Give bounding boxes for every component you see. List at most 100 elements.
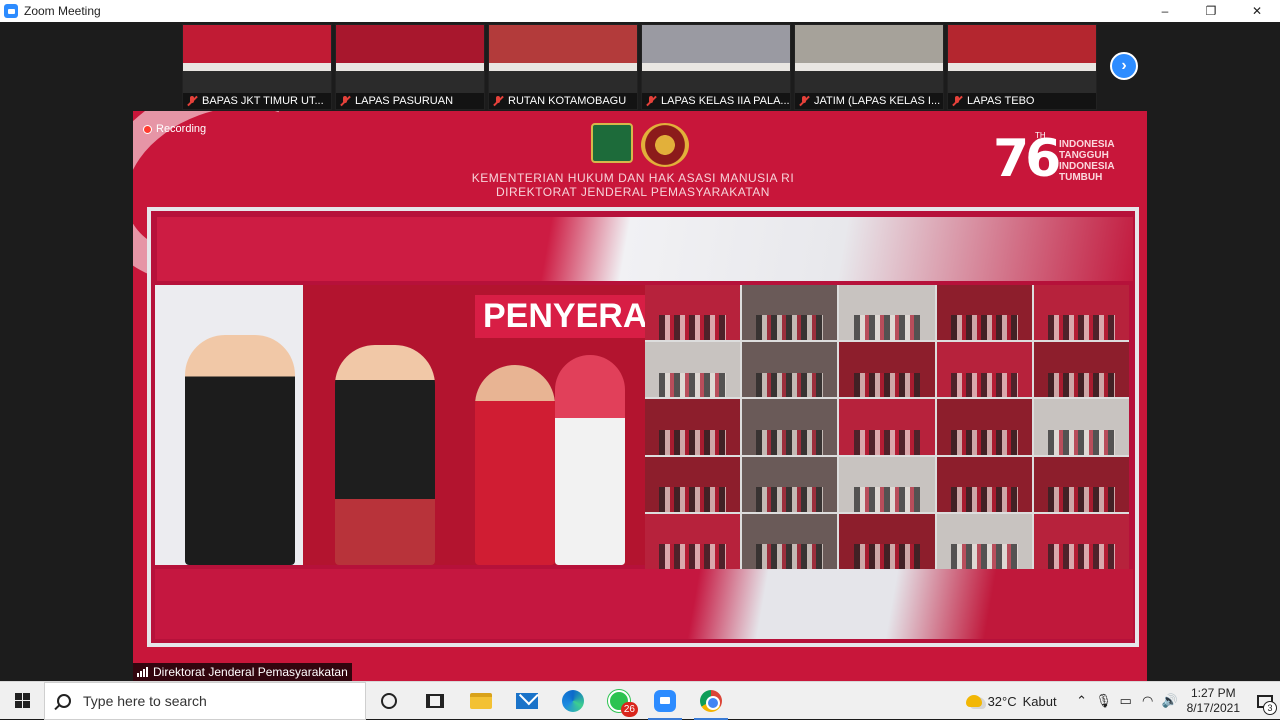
taskbar-search[interactable]: Type here to search (44, 681, 366, 720)
battery-icon[interactable]: ▭ (1115, 693, 1137, 709)
zoom-taskbar-button[interactable] (642, 682, 688, 720)
next-page-button[interactable]: › (1110, 52, 1138, 80)
grid-video-tile (645, 399, 741, 455)
signal-strength-icon (137, 667, 148, 677)
thumbnail-label: LAPAS PASURUAN (336, 93, 484, 109)
grid-video-tile (645, 285, 741, 341)
chrome-icon (700, 689, 722, 712)
grid-video-tile (1033, 342, 1129, 398)
weather-temp: 32°C (987, 693, 1017, 709)
badge-line: TANGGUH (1059, 150, 1109, 161)
participant-name: BAPAS JKT TIMUR UT... (202, 95, 324, 107)
window-controls: – ❐ ✕ (1142, 0, 1280, 22)
frame-decoration (155, 569, 1133, 639)
grid-video-tile (936, 342, 1032, 398)
grid-video-tile (742, 342, 838, 398)
badge-line: INDONESIA (1059, 161, 1115, 172)
participant-name: LAPAS KELAS IIA PALA... (661, 95, 790, 107)
system-tray: 32°C Kabut ⌃ 🎙 ▭ ◠ 🔊 1:27 PM 8/17/2021 3 (965, 682, 1280, 720)
window-title: Zoom Meeting (24, 4, 101, 18)
edge-icon (562, 689, 584, 712)
participant-grid (645, 285, 1129, 569)
minimize-button[interactable]: – (1142, 0, 1188, 22)
active-speaker-video[interactable]: Recording KEMENTERIAN HUKUM DAN HAK ASAS… (133, 111, 1147, 681)
weather-widget[interactable]: 32°C Kabut (965, 693, 1057, 709)
cortana-icon (381, 692, 397, 709)
muted-microphone-icon (645, 95, 657, 107)
ministry-line2: DIREKTORAT JENDERAL PEMASYARAKATAN (496, 185, 770, 199)
participant-thumbnail[interactable]: LAPAS PASURUAN (335, 24, 485, 110)
mail-button[interactable] (504, 682, 550, 720)
speaker-name: Direktorat Jenderal Pemasyarakatan (153, 665, 348, 679)
grid-video-tile (936, 285, 1032, 341)
recording-indicator: Recording (143, 123, 206, 135)
thumbnail-label: LAPAS TEBO (948, 93, 1096, 109)
participant-name: LAPAS TEBO (967, 95, 1035, 107)
grid-video-tile (742, 285, 838, 341)
file-explorer-button[interactable] (458, 682, 504, 720)
participant-thumbnails: BAPAS JKT TIMUR UT... LAPAS PASURUAN RUTAN… (182, 24, 1097, 110)
chevron-right-icon: › (1121, 57, 1127, 74)
mail-icon (516, 692, 538, 709)
chevron-up-icon[interactable]: ⌃ (1071, 693, 1093, 709)
windows-taskbar: Type here to search 26 32°C Kabut ⌃ 🎙 ▭ … (0, 681, 1280, 720)
microphone-icon[interactable]: 🎙 (1093, 693, 1115, 709)
notification-center-button[interactable]: 3 (1250, 682, 1280, 720)
thumbnail-label: LAPAS KELAS IIA PALA... (642, 93, 790, 109)
presentation-frame: PENYERAHA (147, 207, 1139, 647)
participant-thumbnail[interactable]: BAPAS JKT TIMUR UT... (182, 24, 332, 110)
badge-line: INDONESIA (1059, 139, 1115, 150)
whatsapp-button[interactable]: 26 (596, 682, 642, 720)
ceremony-stage: PENYERAHA (155, 285, 649, 565)
windows-logo-icon (14, 693, 30, 708)
muted-microphone-icon (798, 95, 810, 107)
garuda-emblem-icon (641, 123, 689, 167)
person-figure (185, 335, 295, 565)
badge-number: 76 (993, 129, 1061, 189)
notification-count: 3 (1263, 701, 1277, 715)
task-view-button[interactable] (412, 682, 458, 720)
zoom-icon (654, 689, 676, 712)
muted-microphone-icon (492, 95, 504, 107)
grid-video-tile (645, 513, 741, 569)
edge-button[interactable] (550, 682, 596, 720)
cortana-button[interactable] (366, 682, 412, 720)
grid-video-tile (645, 342, 741, 398)
grid-video-tile (1033, 399, 1129, 455)
frame-decoration (157, 217, 1133, 281)
participant-thumbnail[interactable]: JATIM (LAPAS KELAS I... (794, 24, 944, 110)
participant-thumbnail[interactable]: RUTAN KOTAMOBAGU (488, 24, 638, 110)
grid-video-tile (839, 456, 935, 512)
ministry-logos (591, 123, 689, 167)
grid-video-tile (645, 456, 741, 512)
start-button[interactable] (0, 682, 44, 720)
grid-video-tile (936, 399, 1032, 455)
wifi-icon[interactable]: ◠ (1137, 693, 1159, 709)
clock-time: 1:27 PM (1190, 686, 1236, 700)
clock[interactable]: 1:27 PM 8/17/2021 (1187, 686, 1240, 716)
participant-name: LAPAS PASURUAN (355, 95, 454, 107)
speaker-name-tag: Direktorat Jenderal Pemasyarakatan (133, 663, 352, 681)
chrome-button[interactable] (688, 682, 734, 720)
ministry-heading: KEMENTERIAN HUKUM DAN HAK ASASI MANUSIA … (413, 171, 853, 199)
stage-banner: PENYERAHA (475, 295, 649, 338)
grid-video-tile (839, 513, 935, 569)
grid-video-tile (1033, 456, 1129, 512)
grid-video-tile (936, 456, 1032, 512)
weather-desc: Kabut (1022, 693, 1057, 709)
person-figure (475, 365, 555, 565)
grid-video-tile (839, 399, 935, 455)
task-view-icon (426, 693, 444, 708)
participant-thumbnail[interactable]: LAPAS KELAS IIA PALA... (641, 24, 791, 110)
search-placeholder: Type here to search (83, 692, 207, 709)
grid-video-tile (1033, 285, 1129, 341)
person-figure (555, 355, 625, 565)
volume-icon[interactable]: 🔊 (1159, 693, 1181, 709)
window-titlebar: Zoom Meeting – ❐ ✕ (0, 0, 1280, 22)
grid-video-tile (742, 399, 838, 455)
muted-microphone-icon (951, 95, 963, 107)
badge-th: TH (1035, 131, 1046, 140)
restore-button[interactable]: ❐ (1188, 0, 1234, 22)
participant-thumbnail[interactable]: LAPAS TEBO (947, 24, 1097, 110)
close-button[interactable]: ✕ (1234, 0, 1280, 22)
